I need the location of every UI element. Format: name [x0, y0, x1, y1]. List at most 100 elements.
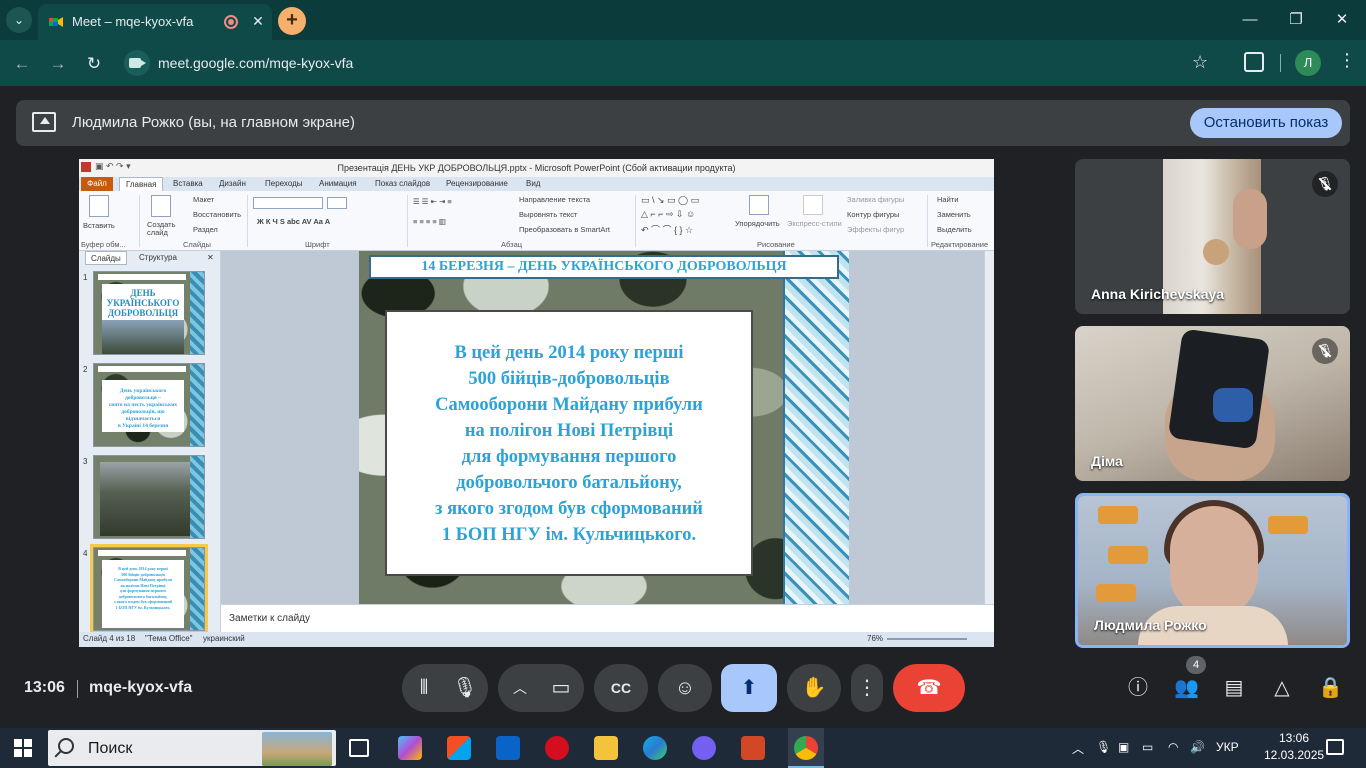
wifi-icon[interactable]: ◠: [1168, 740, 1178, 754]
ribbon-tab-view[interactable]: Вид: [526, 179, 540, 188]
url-text[interactable]: meet.google.com/mqe-kyox-vfa: [158, 55, 353, 71]
quick-styles-icon[interactable]: [803, 195, 823, 215]
slide-thumbnail-2[interactable]: День українського добровольця – свято на…: [93, 363, 205, 447]
shape-fill-button[interactable]: Заливка фигуры: [847, 195, 904, 204]
edge-icon[interactable]: [643, 736, 667, 760]
font-format-icons[interactable]: Ж К Ч S abc AV Aa A: [257, 217, 330, 226]
leave-call-button[interactable]: ☎: [893, 664, 965, 712]
paste-label[interactable]: Вставить: [83, 221, 115, 230]
participant-tile-dima[interactable]: 🎙 Діма: [1075, 326, 1350, 481]
window-close-icon[interactable]: ✕: [1330, 8, 1354, 32]
meeting-details-icon[interactable]: ⓘ: [1126, 676, 1150, 700]
ribbon-tab-review[interactable]: Рецензирование: [446, 179, 508, 188]
more-options-icon[interactable]: ⋮: [851, 664, 883, 712]
tray-mic-icon[interactable]: 🎙: [1096, 740, 1111, 754]
participant-tile-anna[interactable]: 🎙 Anna Kirichevskaya: [1075, 159, 1350, 314]
layout-button[interactable]: Макет: [193, 195, 214, 204]
opera-icon[interactable]: [545, 736, 569, 760]
select-button[interactable]: Выделить: [937, 225, 972, 234]
browser-tab-meet[interactable]: Meet – mqe-kyox-vfa ✕: [38, 4, 272, 40]
browser-menu-icon[interactable]: ⋮: [1338, 50, 1356, 71]
taskbar-time[interactable]: 13:06: [1268, 731, 1320, 745]
shape-effects-button[interactable]: Эффекты фигур: [847, 225, 904, 234]
smartart-button[interactable]: Преобразовать в SmartArt: [519, 225, 610, 234]
host-controls-lock-icon[interactable]: 🔒: [1318, 676, 1343, 700]
ribbon-tab-file[interactable]: Файл: [81, 177, 113, 191]
raise-hand-icon[interactable]: ✋: [787, 664, 841, 712]
chrome-taskbar-button[interactable]: [788, 728, 824, 768]
task-view-icon[interactable]: [349, 739, 369, 757]
forward-icon[interactable]: →: [46, 52, 70, 76]
powerpoint-icon[interactable]: [741, 736, 765, 760]
current-slide[interactable]: 14 БЕРЕЗНЯ – ДЕНЬ УКРАЇНСЬКОГО ДОБРОВОЛЬ…: [359, 251, 849, 604]
notifications-icon[interactable]: [1326, 739, 1344, 755]
new-slide-icon[interactable]: [151, 195, 171, 217]
ribbon-tab-home[interactable]: Главная: [119, 177, 164, 191]
slide-thumbnail-4[interactable]: В цей день 2014 року перші 500 бійців-до…: [90, 544, 208, 634]
ribbon-tab-animation[interactable]: Анимация: [319, 179, 357, 188]
ribbon-tab-slideshow[interactable]: Показ слайдов: [375, 179, 430, 188]
window-restore-icon[interactable]: ❐: [1284, 8, 1308, 32]
extensions-icon[interactable]: [1244, 52, 1264, 72]
font-name-box[interactable]: [253, 197, 323, 209]
slide-thumbnail-1[interactable]: ДЕНЬ УКРАЇНСЬКОГО ДОБРОВОЛЬЦЯ: [93, 271, 205, 355]
captions-button[interactable]: CC: [594, 664, 648, 712]
arrange-label[interactable]: Упорядочить: [735, 219, 780, 228]
shape-outline-button[interactable]: Контур фигуры: [847, 210, 899, 219]
tab-search-chevron-icon[interactable]: ⌄: [6, 7, 32, 33]
microphone-button[interactable]: 🎙: [442, 664, 488, 712]
new-tab-button[interactable]: +: [278, 7, 306, 35]
chat-icon[interactable]: ▤: [1222, 676, 1246, 700]
ribbon-tab-design[interactable]: Дизайн: [219, 179, 246, 188]
window-minimize-icon[interactable]: —: [1238, 8, 1262, 32]
shapes-gallery-row2[interactable]: △ ⌐ ⌐ ⇨ ⇩ ☺: [641, 209, 695, 220]
replace-button[interactable]: Заменить: [937, 210, 971, 219]
camera-button[interactable]: ▭: [538, 664, 584, 712]
address-bar[interactable]: meet.google.com/mqe-kyox-vfa: [118, 46, 1228, 80]
shapes-gallery-row3[interactable]: ↶ ⌒ ⌒ { } ☆: [641, 223, 693, 236]
zoom-slider[interactable]: [887, 638, 967, 640]
copilot-icon[interactable]: [398, 736, 422, 760]
pane-tab-outline[interactable]: Структура: [139, 253, 177, 262]
activities-icon[interactable]: △: [1270, 676, 1294, 700]
taskbar-search[interactable]: Поиск: [48, 730, 336, 766]
input-language[interactable]: УКР: [1216, 740, 1239, 754]
participant-tile-self[interactable]: Людмила Рожко: [1075, 493, 1350, 648]
reactions-emoji-icon[interactable]: ☺: [658, 664, 712, 712]
microsoft-store-icon[interactable]: [447, 736, 471, 760]
taskbar-date[interactable]: 12.03.2025: [1264, 748, 1324, 762]
present-screen-button[interactable]: ⬆: [721, 664, 777, 712]
bookmark-star-icon[interactable]: ☆: [1192, 52, 1208, 73]
find-button[interactable]: Найти: [937, 195, 958, 204]
pane-close-icon[interactable]: ✕: [207, 253, 214, 262]
pane-tab-slides[interactable]: Слайды: [85, 251, 127, 265]
windows-start-icon[interactable]: [14, 739, 32, 757]
quick-styles-label[interactable]: Экспресс-стили: [787, 219, 842, 228]
file-explorer-icon[interactable]: [594, 736, 618, 760]
reset-button[interactable]: Восстановить: [193, 210, 241, 219]
tray-chevron-icon[interactable]: ︿: [1072, 740, 1084, 757]
language-indicator[interactable]: украинский: [203, 634, 245, 643]
viber-icon[interactable]: [692, 736, 716, 760]
slide-header-text[interactable]: 14 БЕРЕЗНЯ – ДЕНЬ УКРАЇНСЬКОГО ДОБРОВОЛЬ…: [369, 255, 839, 279]
arrange-icon[interactable]: [749, 195, 769, 215]
paste-icon[interactable]: [89, 195, 109, 217]
align-text-button[interactable]: Выровнять текст: [519, 210, 577, 219]
ribbon-tab-insert[interactable]: Вставка: [173, 179, 203, 188]
slide-text-box[interactable]: В цей день 2014 року перші 500 бійців-до…: [385, 310, 753, 576]
people-icon[interactable]: 👥: [1174, 676, 1199, 700]
tab-close-icon[interactable]: ✕: [248, 11, 268, 31]
outlook-icon[interactable]: [496, 736, 520, 760]
list-icons[interactable]: ☰ ☰ ⇤ ⇥ ≡: [413, 197, 452, 206]
profile-avatar[interactable]: Л: [1295, 50, 1321, 76]
zoom-level[interactable]: 76%: [867, 634, 883, 643]
slide-scrollbar[interactable]: [984, 251, 994, 604]
text-direction-button[interactable]: Направление текста: [519, 195, 590, 204]
stop-presenting-button[interactable]: Остановить показ: [1190, 108, 1342, 138]
back-icon[interactable]: ←: [10, 52, 34, 76]
shapes-gallery[interactable]: ▭ \ ↘ ▭ ◯ ▭: [641, 195, 699, 206]
new-slide-label[interactable]: Создать слайд: [147, 221, 179, 237]
battery-icon[interactable]: ▭: [1142, 740, 1153, 754]
align-icons[interactable]: ≡ ≡ ≡ ≡ ▥: [413, 217, 446, 226]
reload-icon[interactable]: ↻: [82, 52, 106, 76]
